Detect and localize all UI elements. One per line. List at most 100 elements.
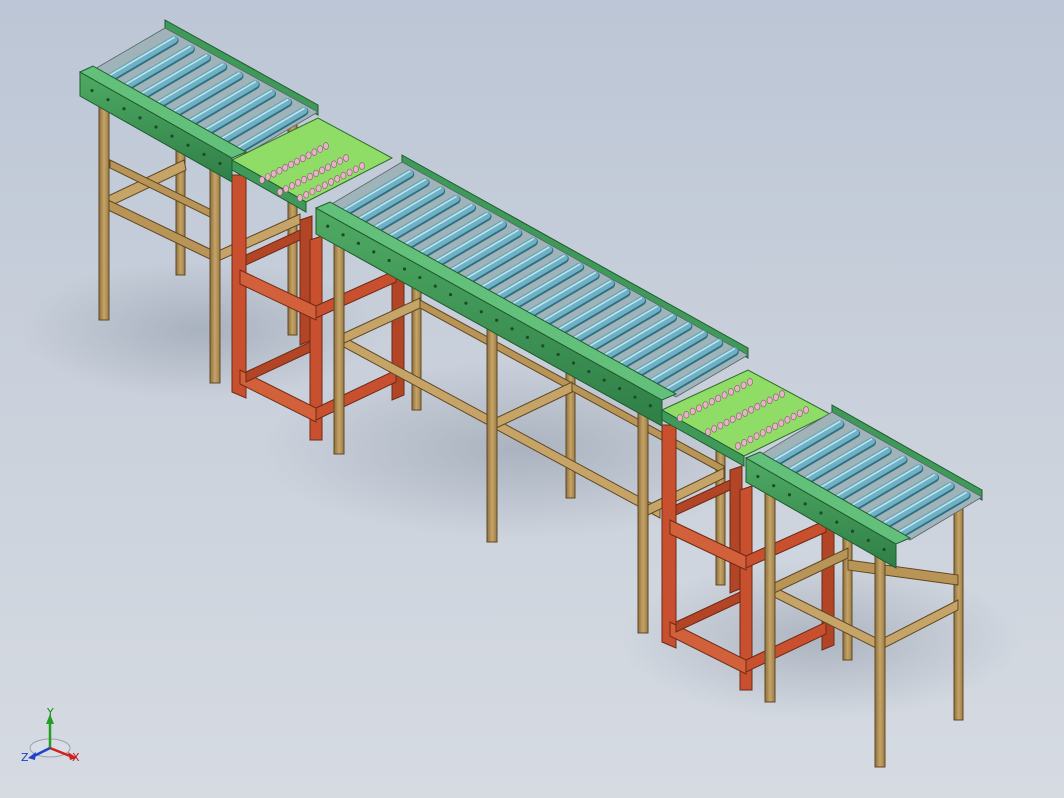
triad-y-label: Y (46, 706, 54, 719)
transfer-bead (677, 414, 683, 422)
bolt-hole (402, 267, 407, 271)
transfer-bead (735, 412, 742, 420)
transfer-bead (295, 179, 301, 187)
transfer-bead (276, 167, 283, 175)
transfer-bead (297, 194, 303, 202)
cad-viewport[interactable]: Y X Z (0, 0, 1064, 798)
transfer-bead (340, 171, 347, 180)
bolt-hole (510, 327, 514, 331)
transfer-bead (734, 384, 741, 393)
transfer-bead (759, 429, 766, 437)
right-red-frame-leg-1 (661, 424, 677, 649)
transfer-bead (323, 142, 329, 150)
transfer-bead (753, 432, 760, 440)
bolt-hole (850, 529, 855, 533)
right-stand-front-leg-1 (764, 489, 776, 703)
bolt-hole (617, 387, 622, 391)
transfer-bead (337, 157, 343, 165)
bolt-hole (866, 538, 870, 542)
bolt-hole (556, 352, 560, 357)
transfer-bead (790, 412, 797, 421)
transfer-bead (742, 409, 748, 417)
bolt-hole (571, 361, 576, 365)
bolt-hole (218, 161, 222, 166)
bolt-hole (138, 116, 142, 120)
conveyor-assembly-model: Y X Z (20, 19, 1020, 768)
transfer-bead (778, 419, 785, 427)
transfer-bead (721, 391, 728, 399)
transfer-bead (766, 396, 773, 405)
transfer-bead (702, 401, 709, 409)
transfer-bead (315, 184, 322, 193)
right-stand-front-leg-2 (874, 544, 886, 768)
bolt-hole (787, 493, 792, 497)
bolt-hole (433, 284, 437, 288)
transfer-bead (748, 406, 755, 414)
transfer-bead (299, 154, 306, 163)
transfer-bead (317, 145, 324, 153)
transfer-bead (683, 411, 690, 419)
bolt-hole (372, 250, 376, 254)
transfer-bead (328, 178, 334, 186)
transfer-bead (766, 425, 772, 434)
left-stand-front-leg-1 (98, 104, 110, 321)
transfer-bead (325, 163, 331, 171)
bolt-hole (448, 293, 453, 297)
bolt-hole (541, 344, 545, 348)
bolt-hole (756, 474, 760, 479)
transfer-bead (760, 399, 767, 408)
bolt-hole (106, 98, 110, 102)
bolt-hole (170, 134, 174, 138)
bolt-hole (602, 378, 606, 382)
bolt-hole (202, 152, 206, 156)
bolt-hole (495, 318, 499, 322)
transfer-bead (321, 181, 328, 189)
middle-stand-front-leg-1 (333, 239, 345, 455)
transfer-bead (754, 402, 761, 411)
transfer-bead (772, 422, 778, 431)
transfer-bead (359, 162, 365, 170)
transfer-bead (717, 421, 724, 430)
transfer-bead (747, 435, 754, 444)
transfer-bead (334, 175, 341, 183)
bolt-hole (479, 310, 483, 314)
transfer-bead (343, 154, 349, 162)
transfer-bead (264, 173, 271, 181)
middle-stand-front-leg-2 (486, 319, 498, 543)
transfer-bead (729, 415, 736, 424)
transfer-bead (796, 409, 803, 417)
transfer-bead (705, 428, 711, 436)
bolt-hole (356, 241, 361, 245)
bolt-hole (387, 258, 391, 263)
bolt-hole (341, 233, 345, 237)
bolt-hole (90, 88, 94, 93)
transfer-bead (301, 175, 307, 184)
transfer-bead (735, 442, 741, 450)
transfer-bead (741, 439, 748, 447)
transfer-bead (747, 378, 753, 386)
transfer-bead (689, 407, 696, 416)
left-stand-front-leg-2 (209, 164, 221, 384)
bolt-hole (154, 125, 158, 129)
transfer-bead (288, 160, 294, 169)
middle-stand-front-leg-3 (637, 404, 649, 634)
transfer-bead (740, 381, 747, 389)
bolt-hole (803, 502, 807, 506)
transfer-bead (305, 151, 312, 159)
transfer-bead (696, 404, 702, 412)
transfer-bead (723, 418, 730, 427)
transfer-bead (311, 148, 318, 156)
transfer-bead (307, 172, 313, 181)
bolt-hole (587, 369, 591, 374)
transfer-bead (772, 393, 779, 401)
transfer-bead (283, 185, 289, 193)
bolt-hole (633, 395, 637, 399)
bolt-hole (772, 484, 776, 488)
transfer-bead (715, 394, 722, 403)
transfer-bead (352, 165, 359, 173)
transfer-bead (331, 160, 337, 168)
transfer-bead (313, 169, 319, 178)
transfer-bead (282, 163, 289, 172)
triad-z-label: Z (21, 751, 29, 764)
bolt-hole (122, 107, 126, 111)
